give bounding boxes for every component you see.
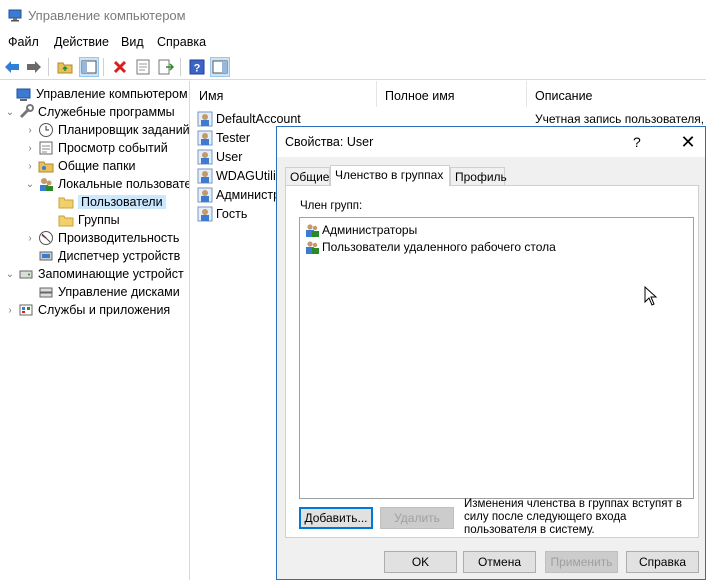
- dialog-title-bar: Свойства: User ? ✕: [277, 127, 705, 157]
- back-arrow-icon[interactable]: [2, 57, 22, 77]
- toolbar: ?: [0, 54, 706, 80]
- device-manager-icon: [39, 251, 53, 261]
- show-action-pane-icon[interactable]: [210, 57, 230, 77]
- chevron-right-icon[interactable]: ›: [4, 305, 16, 316]
- properties-icon[interactable]: [133, 57, 153, 77]
- tree-item-storage[interactable]: ⌄ Запоминающие устройст: [4, 265, 184, 283]
- help-button[interactable]: Справка: [626, 551, 699, 573]
- list-item[interactable]: Tester: [197, 128, 250, 147]
- tree-item-disk-management[interactable]: Управление дисками: [24, 283, 180, 301]
- list-item[interactable]: WDAGUtilit: [197, 166, 279, 185]
- membership-note: Изменения членства в группах вступят в с…: [464, 498, 683, 536]
- ok-button[interactable]: OK: [384, 551, 457, 573]
- remove-button[interactable]: Удалить: [380, 507, 454, 529]
- member-of-panel: Член групп: Администраторы Пользователи …: [285, 185, 699, 538]
- svg-text:?: ?: [194, 63, 201, 75]
- menu-view[interactable]: Вид: [121, 35, 144, 49]
- show-hide-tree-icon[interactable]: [79, 57, 99, 77]
- tree-item-services-apps[interactable]: › Службы и приложения: [4, 301, 170, 319]
- column-header-fullname[interactable]: Полное имя: [377, 81, 527, 107]
- menu-file[interactable]: Файл: [8, 35, 39, 49]
- group-icon: [306, 240, 319, 254]
- menu-action[interactable]: Действие: [54, 35, 109, 49]
- chevron-right-icon[interactable]: ›: [24, 125, 36, 136]
- list-item[interactable]: Гость: [197, 204, 247, 223]
- menu-bar: Файл Действие Вид Справка: [0, 32, 706, 54]
- tree-item-computer-management[interactable]: Управление компьютером (л: [2, 85, 189, 103]
- chevron-down-icon[interactable]: ⌄: [4, 107, 16, 118]
- performance-icon: [39, 231, 53, 245]
- user-icon: [197, 149, 213, 164]
- list-item[interactable]: Администр: [197, 185, 280, 204]
- list-item[interactable]: User: [197, 147, 242, 166]
- computer-management-icon: [8, 9, 22, 22]
- help-icon[interactable]: ?: [187, 57, 207, 77]
- chevron-down-icon[interactable]: ⌄: [4, 269, 16, 280]
- folder-icon: [58, 215, 74, 227]
- column-header-name[interactable]: Имя: [191, 81, 377, 107]
- mouse-pointer-icon: [644, 286, 658, 306]
- cancel-button[interactable]: Отмена: [463, 551, 536, 573]
- group-list[interactable]: Администраторы Пользователи удаленного р…: [299, 217, 694, 499]
- help-icon[interactable]: ?: [633, 134, 641, 150]
- tree-item-performance[interactable]: › Производительность: [24, 229, 179, 247]
- tree-item-shared-folders[interactable]: › Общие папки: [24, 157, 135, 175]
- tools-icon: [19, 104, 34, 119]
- shared-folders-icon: [38, 161, 54, 173]
- window-title: Управление компьютером: [28, 8, 186, 23]
- tree-item-task-scheduler[interactable]: › Планировщик заданий: [24, 121, 189, 139]
- add-button[interactable]: Добавить...: [299, 507, 373, 529]
- services-icon: [19, 304, 33, 316]
- menu-help[interactable]: Справка: [157, 35, 206, 49]
- group-icon: [306, 223, 319, 237]
- disk-icon: [39, 287, 53, 298]
- chevron-right-icon[interactable]: ›: [24, 233, 36, 244]
- folder-icon: [58, 197, 74, 209]
- local-users-icon: [40, 178, 53, 191]
- list-item[interactable]: Администраторы: [304, 221, 417, 238]
- storage-icon: [19, 270, 33, 279]
- chevron-down-icon[interactable]: ⌄: [24, 179, 36, 190]
- user-icon: [197, 130, 213, 145]
- user-icon: [197, 187, 213, 202]
- user-icon: [197, 111, 213, 126]
- tree-item-event-viewer[interactable]: › Просмотр событий: [24, 139, 167, 157]
- console-tree: Управление компьютером (л ⌄ Служебные пр…: [0, 81, 190, 580]
- list-item[interactable]: Пользователи удаленного рабочего стола: [304, 238, 556, 255]
- close-icon[interactable]: ✕: [669, 127, 705, 157]
- up-folder-icon[interactable]: [55, 57, 75, 77]
- title-bar: Управление компьютером: [0, 0, 706, 32]
- computer-management-icon: [16, 88, 31, 101]
- tree-item-system-tools[interactable]: ⌄ Служебные программы: [4, 103, 175, 121]
- tab-member-of[interactable]: Членство в группах: [330, 165, 450, 186]
- tree-item-groups[interactable]: Группы: [44, 211, 120, 229]
- user-properties-dialog: Свойства: User ? ✕ Общие Членство в груп…: [276, 126, 706, 580]
- apply-button[interactable]: Применить: [545, 551, 618, 573]
- chevron-right-icon[interactable]: ›: [24, 161, 36, 172]
- forward-arrow-icon[interactable]: [24, 57, 44, 77]
- user-icon: [197, 206, 213, 221]
- tree-item-local-users[interactable]: ⌄ Локальные пользовате: [24, 175, 189, 193]
- chevron-right-icon[interactable]: ›: [24, 143, 36, 154]
- dialog-title: Свойства: User: [285, 135, 374, 149]
- members-label: Член групп:: [300, 200, 363, 212]
- tab-profile[interactable]: Профиль: [450, 167, 507, 185]
- export-list-icon[interactable]: [156, 57, 176, 77]
- tree-item-users[interactable]: Пользователи: [44, 193, 166, 211]
- clock-icon: [39, 123, 53, 137]
- delete-icon[interactable]: [110, 57, 130, 77]
- user-icon: [197, 168, 213, 183]
- column-header-description[interactable]: Описание: [527, 81, 706, 107]
- list-item-description: Учетная запись пользователя, у: [535, 112, 706, 126]
- event-viewer-icon: [39, 141, 53, 155]
- tab-general[interactable]: Общие: [285, 167, 330, 185]
- tree-item-device-manager[interactable]: Диспетчер устройств: [24, 247, 180, 265]
